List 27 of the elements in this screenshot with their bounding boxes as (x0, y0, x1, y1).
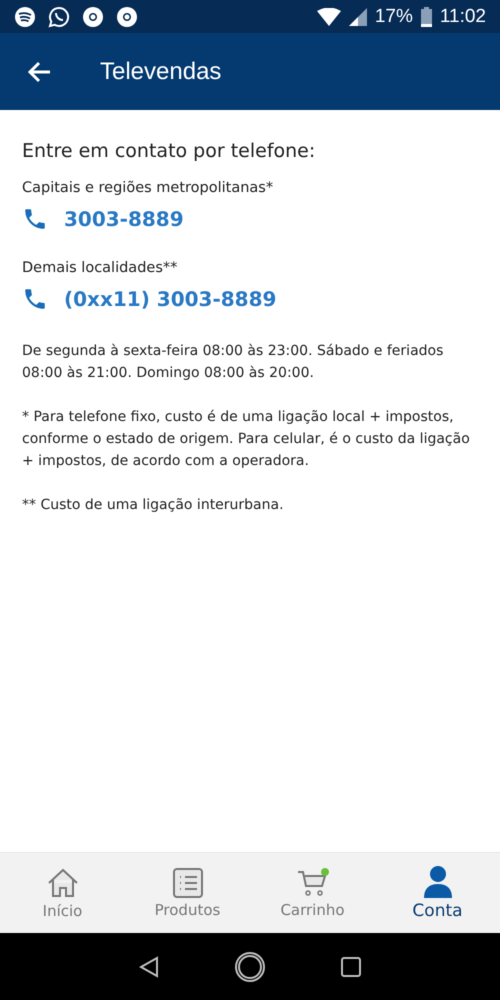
chat-icon (48, 6, 70, 28)
nav-tab[interactable]: Início (0, 853, 125, 933)
phone-label: Demais localidades** (22, 260, 178, 276)
page-title: Televendas (100, 58, 222, 86)
clock: 11:02 (440, 6, 486, 28)
nav-tab[interactable]: Conta (375, 853, 500, 933)
battery-percent: 17% (374, 6, 413, 28)
phone-link[interactable]: (0xx11) 3003-8889 (22, 286, 276, 312)
battery-icon (420, 6, 432, 26)
back-icon[interactable] (139, 956, 159, 978)
info-paragraph: ** Custo de uma ligação interurbana. (22, 496, 285, 515)
info-paragraph: De segunda à sexta-feira 08:00 às 23:00. Sábado e feriados 08:00 às 21:00. Domingo 08:00 às 20:00. (22, 342, 444, 383)
phone-link[interactable]: 3003-8889 (22, 206, 184, 232)
nav-tab[interactable]: Produtos (125, 853, 250, 933)
nav-tab[interactable]: Carrinho (250, 853, 375, 933)
wifi-icon (316, 8, 341, 26)
info-paragraph: * Para telefone fixo, custo é de uma ligação local + impostos, conforme o estado de origem. Para celular, é o custo da ligação + impostos, de acordo com a operadora. (22, 408, 471, 471)
home-icon (46, 866, 80, 900)
signal-icon (348, 8, 367, 26)
phone-label: Capitais e regiões metropolitanas* (22, 180, 274, 196)
home-circle-icon[interactable] (234, 950, 266, 982)
browser-icon (116, 6, 138, 28)
section-heading: Entre em contato por telefone: (22, 140, 316, 162)
person-icon (422, 865, 452, 899)
recents-icon[interactable] (341, 956, 361, 976)
list-icon (172, 867, 204, 899)
browser-icon (82, 6, 104, 28)
